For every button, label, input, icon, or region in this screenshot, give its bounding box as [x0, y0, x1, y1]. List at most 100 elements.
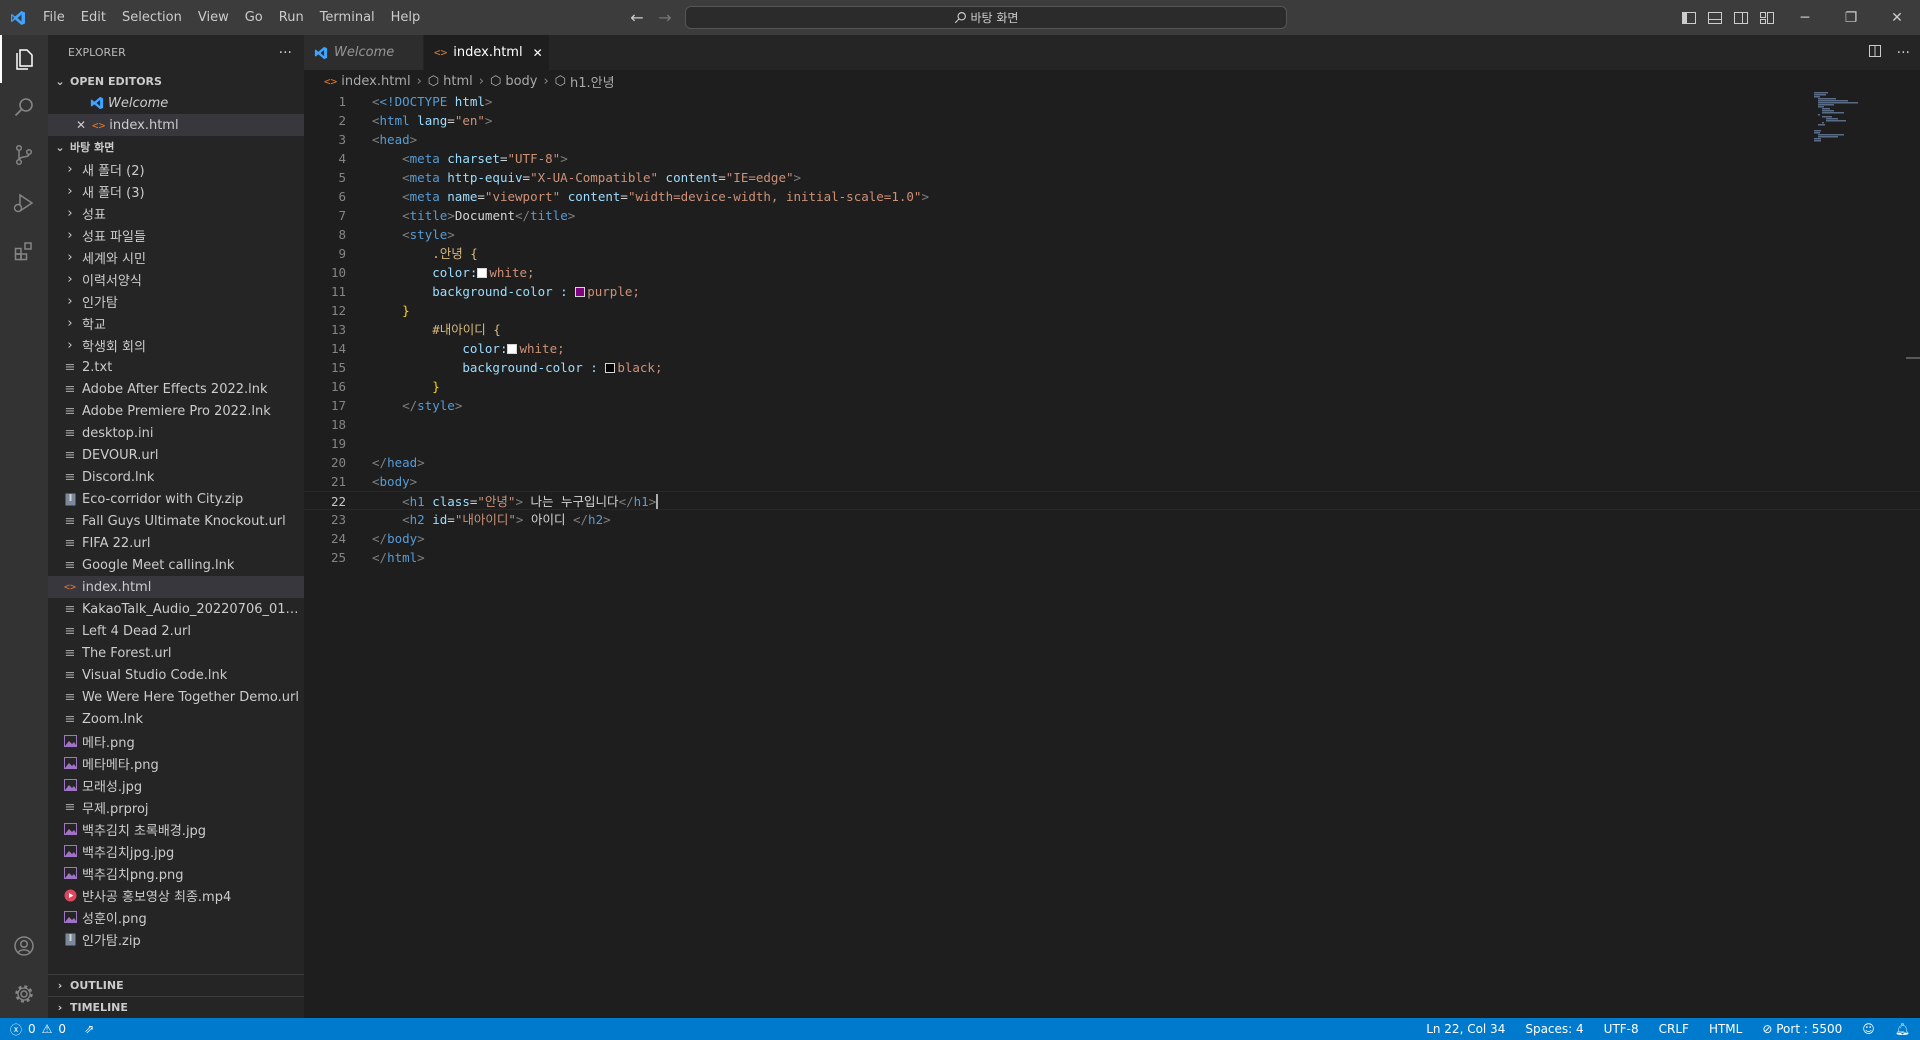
back-arrow-icon[interactable]: ←: [628, 8, 646, 27]
tree-file[interactable]: 백추김치jpg.jpg: [48, 840, 304, 862]
warning-count[interactable]: 0: [58, 1022, 66, 1036]
tree-file[interactable]: ≡ FIFA 22.url: [48, 532, 304, 554]
tab-welcome[interactable]: Welcome: [304, 35, 424, 70]
color-swatch[interactable]: [477, 268, 488, 278]
menu-file[interactable]: File: [35, 0, 73, 35]
more-actions-icon[interactable]: ···: [1897, 45, 1910, 61]
tree-file[interactable]: ≡ Visual Studio Code.lnk: [48, 664, 304, 686]
menu-go[interactable]: Go: [237, 0, 271, 35]
menu-terminal[interactable]: Terminal: [312, 0, 383, 35]
tree-folder[interactable]: › 새 폴더 (2): [48, 158, 304, 180]
code-editor[interactable]: 1 <<!DOCTYPE html> 2 <html lang="en"> 3 <he…: [304, 92, 1920, 1018]
toggle-secondary-sidebar-icon[interactable]: [1732, 9, 1749, 26]
scrollbar-indicator[interactable]: [1906, 357, 1920, 359]
close-icon[interactable]: ✕: [533, 46, 543, 60]
color-swatch[interactable]: [507, 344, 518, 354]
accounts-activity[interactable]: [0, 922, 48, 970]
breadcrumb-item[interactable]: h1.안녕: [570, 72, 615, 91]
outline-header[interactable]: › OUTLINE: [48, 974, 304, 996]
tree-folder[interactable]: › 학생회 회의: [48, 334, 304, 356]
minimap[interactable]: [1814, 92, 1894, 152]
live-share-icon[interactable]: ⇗: [84, 1022, 94, 1036]
forward-arrow-icon[interactable]: →: [656, 8, 674, 27]
notifications-bell-icon[interactable]: 🔔︎: [1895, 1022, 1910, 1036]
tree-folder[interactable]: › 새 폴더 (3): [48, 180, 304, 202]
menu-selection[interactable]: Selection: [114, 0, 190, 35]
split-editor-icon[interactable]: [1867, 43, 1883, 63]
manage-activity[interactable]: [0, 970, 48, 1018]
tree-file[interactable]: Eco-corridor with City.zip: [48, 488, 304, 510]
tree-file[interactable]: 메타.png: [48, 730, 304, 752]
indentation[interactable]: Spaces: 4: [1525, 1022, 1583, 1036]
tree-folder[interactable]: › 인가탐: [48, 290, 304, 312]
customize-layout-icon[interactable]: [1758, 9, 1775, 26]
tree-file[interactable]: ≡ KakaoTalk_Audio_20220706_0130_19...: [48, 598, 304, 620]
feedback-icon[interactable]: ☺: [1862, 1022, 1875, 1036]
toggle-panel-icon[interactable]: [1706, 9, 1723, 26]
explorer-activity[interactable]: [0, 35, 48, 83]
tree-file[interactable]: 뱐사공 홍보영상 최종.mp4: [48, 884, 304, 906]
tree-file[interactable]: ≡ 무제.prproj: [48, 796, 304, 818]
tree-file[interactable]: 인가탐.zip: [48, 928, 304, 950]
editor-tabs: Welcome <> index.html ✕ ···: [304, 35, 1920, 70]
extensions-activity[interactable]: [0, 227, 48, 275]
color-swatch[interactable]: [575, 287, 586, 297]
run-debug-activity[interactable]: [0, 179, 48, 227]
tree-file[interactable]: <> index.html: [48, 576, 304, 598]
tree-file[interactable]: ≡ Zoom.lnk: [48, 708, 304, 730]
error-count[interactable]: 0: [28, 1022, 36, 1036]
tree-file[interactable]: 모래성.jpg: [48, 774, 304, 796]
live-server-port[interactable]: ⊘ Port : 5500: [1762, 1022, 1842, 1036]
warning-icon[interactable]: ⚠: [42, 1022, 53, 1036]
tree-file[interactable]: ≡ 2.txt: [48, 356, 304, 378]
restore-icon[interactable]: ❐: [1828, 0, 1874, 35]
search-activity[interactable]: [0, 83, 48, 131]
tree-file[interactable]: ≡ Adobe Premiere Pro 2022.lnk: [48, 400, 304, 422]
tree-folder[interactable]: › 이력서양식: [48, 268, 304, 290]
error-icon[interactable]: ⓧ: [10, 1021, 22, 1038]
tree-file[interactable]: ≡ desktop.ini: [48, 422, 304, 444]
tree-folder[interactable]: › 성표: [48, 202, 304, 224]
minimize-icon[interactable]: ─: [1782, 0, 1828, 35]
tree-file[interactable]: ≡ Left 4 Dead 2.url: [48, 620, 304, 642]
more-actions-icon[interactable]: ···: [279, 45, 292, 61]
tree-file[interactable]: ≡ The Forest.url: [48, 642, 304, 664]
tree-file[interactable]: ≡ Google Meet calling.lnk: [48, 554, 304, 576]
source-control-activity[interactable]: [0, 131, 48, 179]
menu-view[interactable]: View: [190, 0, 237, 35]
breadcrumb-item[interactable]: body: [505, 74, 537, 89]
tree-file[interactable]: ≡ We Were Here Together Demo.url: [48, 686, 304, 708]
tree-file[interactable]: 백추김치png.png: [48, 862, 304, 884]
open-editors-header[interactable]: ⌄ OPEN EDITORS: [48, 70, 304, 92]
timeline-header[interactable]: › TIMELINE: [48, 996, 304, 1018]
end-of-line[interactable]: CRLF: [1659, 1022, 1689, 1036]
command-center-search[interactable]: 바탕 화면: [685, 6, 1287, 29]
tree-folder[interactable]: › 세계와 시민: [48, 246, 304, 268]
close-icon[interactable]: ✕: [74, 118, 88, 132]
tree-folder[interactable]: › 성표 파일들: [48, 224, 304, 246]
cursor-position[interactable]: Ln 22, Col 34: [1426, 1022, 1505, 1036]
close-window-icon[interactable]: ✕: [1874, 0, 1920, 35]
menu-help[interactable]: Help: [383, 0, 429, 35]
menu-run[interactable]: Run: [271, 0, 312, 35]
tree-file[interactable]: ≡ DEVOUR.url: [48, 444, 304, 466]
open-editor-index-html[interactable]: ✕ <> index.html: [48, 114, 304, 136]
tree-file[interactable]: 메타메타.png: [48, 752, 304, 774]
breadcrumb-item[interactable]: index.html: [341, 74, 410, 89]
open-editor-welcome[interactable]: Welcome: [48, 92, 304, 114]
toggle-primary-sidebar-icon[interactable]: [1680, 9, 1697, 26]
color-swatch[interactable]: [605, 363, 616, 373]
encoding[interactable]: UTF-8: [1604, 1022, 1639, 1036]
tree-file[interactable]: 백추김치 초록배경.jpg: [48, 818, 304, 840]
tree-folder[interactable]: › 학교: [48, 312, 304, 334]
chevron-right-icon: ›: [543, 73, 549, 89]
tree-file[interactable]: ≡ Discord.lnk: [48, 466, 304, 488]
tree-file[interactable]: ≡ Fall Guys Ultimate Knockout.url: [48, 510, 304, 532]
language-mode[interactable]: HTML: [1709, 1022, 1742, 1036]
breadcrumb-item[interactable]: html: [443, 74, 473, 89]
tree-file[interactable]: ≡ Adobe After Effects 2022.lnk: [48, 378, 304, 400]
desktop-folder-header[interactable]: ⌄ 바탕 화면: [48, 136, 304, 158]
tab-index-html[interactable]: <> index.html ✕: [424, 35, 549, 70]
menu-edit[interactable]: Edit: [73, 0, 114, 35]
tree-file[interactable]: 성훈이.png: [48, 906, 304, 928]
